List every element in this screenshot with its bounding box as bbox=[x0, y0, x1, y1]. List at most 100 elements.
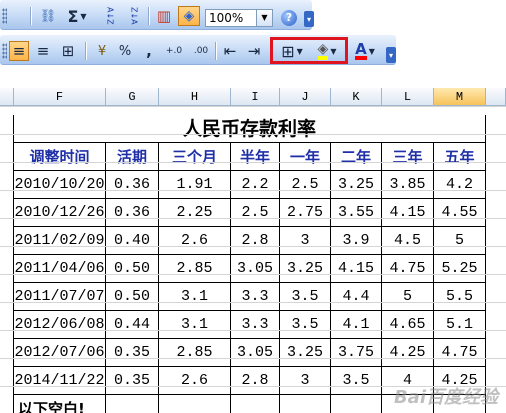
table-cell[interactable]: 3.25 bbox=[280, 339, 331, 367]
header-cell[interactable]: 三个月 bbox=[159, 143, 231, 171]
column-header-f[interactable]: F bbox=[14, 88, 106, 106]
toolbar-grip-handle[interactable] bbox=[2, 43, 7, 59]
chart-wizard-button[interactable]: ▥ bbox=[154, 6, 174, 26]
drawing-button[interactable]: ◈ bbox=[178, 6, 200, 26]
table-cell[interactable]: 3.85 bbox=[382, 171, 434, 199]
header-cell[interactable]: 半年 bbox=[231, 143, 280, 171]
table-cell[interactable]: 3.5 bbox=[280, 311, 331, 339]
table-cell[interactable]: 4.5 bbox=[382, 227, 434, 255]
column-header-j[interactable]: J bbox=[280, 88, 331, 106]
table-cell[interactable]: 2.6 bbox=[159, 227, 231, 255]
table-cell[interactable]: 2011/02/09 bbox=[14, 227, 106, 255]
table-cell[interactable]: 2.5 bbox=[231, 199, 280, 227]
table-cell[interactable]: 5 bbox=[434, 227, 486, 255]
table-cell[interactable]: 5.1 bbox=[434, 311, 486, 339]
column-header-g[interactable]: G bbox=[106, 88, 159, 106]
table-cell[interactable]: 4.25 bbox=[382, 339, 434, 367]
zoom-dropdown[interactable]: ▼ bbox=[257, 9, 273, 27]
table-cell[interactable]: 2010/10/20 bbox=[14, 171, 106, 199]
align-left-button[interactable]: ≡ bbox=[9, 41, 29, 61]
empty-cell[interactable] bbox=[231, 395, 280, 413]
table-cell[interactable]: 3.05 bbox=[231, 339, 280, 367]
toolbar-options-button[interactable]: ▾ bbox=[304, 11, 314, 27]
header-cell[interactable]: 三年 bbox=[382, 143, 434, 171]
table-cell[interactable]: 2.85 bbox=[159, 255, 231, 283]
table-cell[interactable]: 5 bbox=[382, 283, 434, 311]
table-cell[interactable]: 4.55 bbox=[434, 199, 486, 227]
table-cell[interactable]: 3.5 bbox=[280, 283, 331, 311]
table-cell[interactable]: 3.3 bbox=[231, 311, 280, 339]
decrease-decimal-button[interactable]: .00 bbox=[189, 41, 213, 61]
table-cell[interactable]: 1.91 bbox=[159, 171, 231, 199]
chevron-down-icon[interactable]: ▼ bbox=[80, 12, 86, 21]
header-cell[interactable]: 活期 bbox=[106, 143, 159, 171]
table-cell[interactable]: 3 bbox=[280, 227, 331, 255]
table-cell[interactable]: 2.8 bbox=[231, 227, 280, 255]
column-header-m[interactable]: M bbox=[434, 88, 486, 106]
column-header-l[interactable]: L bbox=[382, 88, 434, 106]
decrease-indent-button[interactable]: ⇤ bbox=[220, 41, 240, 61]
table-cell[interactable]: 3.75 bbox=[331, 339, 382, 367]
table-cell[interactable]: 0.40 bbox=[106, 227, 159, 255]
table-cell[interactable]: 0.36 bbox=[106, 199, 159, 227]
chevron-down-icon[interactable]: ▼ bbox=[369, 47, 375, 56]
table-cell[interactable]: 3.55 bbox=[331, 199, 382, 227]
merge-center-button[interactable]: ⊞ bbox=[57, 41, 79, 61]
table-cell[interactable]: 2.8 bbox=[231, 367, 280, 395]
worksheet[interactable]: FGHIJKLM 人民币存款利率 调整时间 活期 三个月 半年 一年 二年 三年 五年 2010/… bbox=[0, 88, 506, 413]
table-cell[interactable]: 4.75 bbox=[434, 339, 486, 367]
table-cell[interactable]: 2.85 bbox=[159, 339, 231, 367]
table-cell[interactable]: 0.44 bbox=[106, 311, 159, 339]
table-cell[interactable]: 3.5 bbox=[331, 367, 382, 395]
header-cell[interactable]: 一年 bbox=[280, 143, 331, 171]
column-header-k[interactable]: K bbox=[331, 88, 382, 106]
toolbar-grip-handle[interactable] bbox=[2, 8, 7, 24]
comma-style-button[interactable]: , bbox=[139, 41, 159, 61]
table-cell[interactable]: 4.75 bbox=[382, 255, 434, 283]
header-cell[interactable]: 二年 bbox=[331, 143, 382, 171]
font-color-button[interactable]: A ▼ bbox=[350, 41, 380, 61]
table-cell[interactable]: 4.65 bbox=[382, 311, 434, 339]
help-icon[interactable]: ? bbox=[281, 10, 297, 26]
header-cell[interactable]: 调整时间 bbox=[14, 143, 106, 171]
currency-button[interactable]: ¥ bbox=[91, 41, 113, 61]
increase-decimal-button[interactable]: +.0 bbox=[162, 41, 186, 61]
column-header-h[interactable]: H bbox=[159, 88, 231, 106]
table-cell[interactable]: 3.1 bbox=[159, 283, 231, 311]
table-cell[interactable]: 3 bbox=[280, 367, 331, 395]
sort-descending-button[interactable]: Z↓A bbox=[124, 6, 144, 26]
header-cell[interactable]: 五年 bbox=[434, 143, 486, 171]
table-cell[interactable]: 3.25 bbox=[331, 171, 382, 199]
increase-indent-button[interactable]: ⇥ bbox=[244, 41, 264, 61]
table-cell[interactable]: 4.1 bbox=[331, 311, 382, 339]
toolbar-options-button[interactable]: ▾ bbox=[386, 47, 396, 63]
table-cell[interactable]: 4.2 bbox=[434, 171, 486, 199]
table-cell[interactable]: 2012/06/08 bbox=[14, 311, 106, 339]
table-cell[interactable]: 2.25 bbox=[159, 199, 231, 227]
table-cell[interactable]: 4.15 bbox=[382, 199, 434, 227]
select-all-corner[interactable] bbox=[0, 88, 14, 106]
table-cell[interactable]: 2012/07/06 bbox=[14, 339, 106, 367]
table-cell[interactable]: 5.5 bbox=[434, 283, 486, 311]
table-cell[interactable]: 3.1 bbox=[159, 311, 231, 339]
percent-button[interactable]: % bbox=[115, 41, 135, 61]
table-cell[interactable]: 3.9 bbox=[331, 227, 382, 255]
table-cell[interactable]: 0.35 bbox=[106, 367, 159, 395]
table-cell[interactable]: 0.36 bbox=[106, 171, 159, 199]
table-cell[interactable]: 2014/11/22 bbox=[14, 367, 106, 395]
table-cell[interactable]: 2011/07/07 bbox=[14, 283, 106, 311]
sort-ascending-button[interactable]: A↓Z bbox=[100, 6, 120, 26]
table-cell[interactable]: 0.35 bbox=[106, 339, 159, 367]
table-cell[interactable]: 0.50 bbox=[106, 255, 159, 283]
table-cell[interactable]: 3.05 bbox=[231, 255, 280, 283]
table-cell[interactable]: 2.5 bbox=[280, 171, 331, 199]
table-cell[interactable]: 4.4 bbox=[331, 283, 382, 311]
table-cell[interactable]: 0.50 bbox=[106, 283, 159, 311]
align-center-button[interactable]: ≡ bbox=[33, 41, 53, 61]
empty-cell[interactable] bbox=[280, 395, 331, 413]
table-cell[interactable]: 2011/04/06 bbox=[14, 255, 106, 283]
table-cell[interactable]: 4.15 bbox=[331, 255, 382, 283]
column-header-next[interactable] bbox=[486, 88, 506, 106]
table-cell[interactable]: 2.6 bbox=[159, 367, 231, 395]
empty-cell[interactable] bbox=[159, 395, 231, 413]
